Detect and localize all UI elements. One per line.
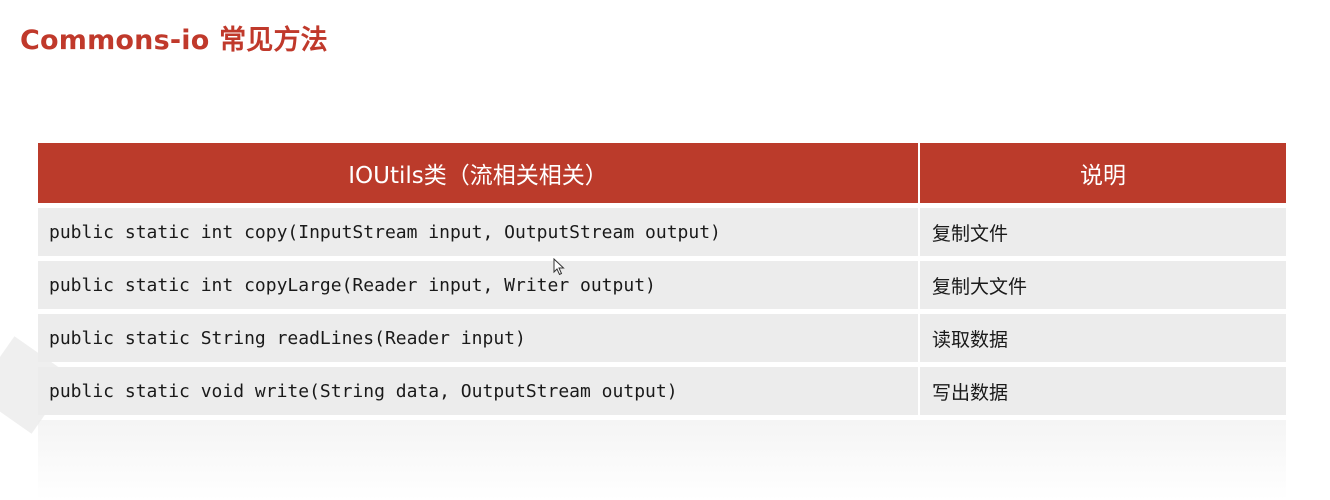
- description-cell: 复制文件: [920, 208, 1286, 256]
- slide: Commons-io 常见方法 IOUtils类（流相关相关） 说明 publi…: [0, 0, 1330, 500]
- header-description: 说明: [1080, 163, 1126, 189]
- slide-title: Commons-io 常见方法: [20, 25, 328, 56]
- methods-table: IOUtils类（流相关相关） 说明 public static int cop…: [38, 143, 1286, 415]
- table-row: public static void write(String data, Ou…: [38, 367, 1286, 415]
- description-cell: 读取数据: [920, 314, 1286, 362]
- method-cell: public static void write(String data, Ou…: [38, 367, 918, 415]
- header-method: IOUtils类（流相关相关）: [348, 163, 608, 189]
- table-header-row: IOUtils类（流相关相关） 说明: [38, 143, 1286, 203]
- description-cell: 写出数据: [920, 367, 1286, 415]
- method-cell: public static String readLines(Reader in…: [38, 314, 918, 362]
- table-row: public static int copyLarge(Reader input…: [38, 261, 1286, 309]
- table-row: public static int copy(InputStream input…: [38, 208, 1286, 256]
- table-reflection: [38, 420, 1286, 500]
- table-row: public static String readLines(Reader in…: [38, 314, 1286, 362]
- method-cell: public static int copyLarge(Reader input…: [38, 261, 918, 309]
- mouse-pointer-icon: [553, 258, 565, 276]
- description-cell: 复制大文件: [920, 261, 1286, 309]
- method-cell: public static int copy(InputStream input…: [38, 208, 918, 256]
